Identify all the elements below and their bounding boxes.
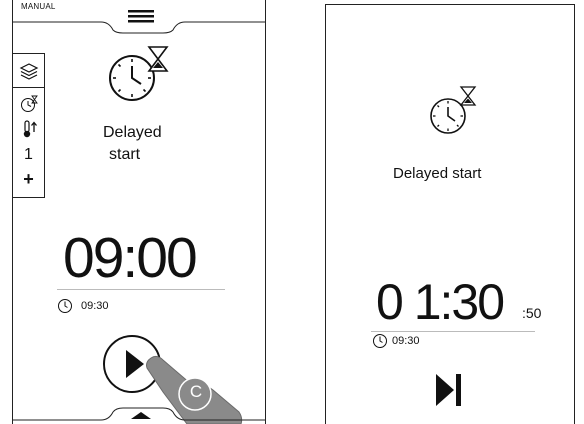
hamburger-menu-icon[interactable] <box>128 10 154 24</box>
skip-forward-icon[interactable] <box>435 373 463 407</box>
time-display[interactable]: 09:00 <box>63 228 198 288</box>
sidebar-item-level[interactable]: 1 <box>13 144 44 166</box>
delayed-start-icon <box>109 46 169 101</box>
sidebar-item-add[interactable]: + <box>13 167 44 191</box>
chevron-up-icon <box>131 412 151 419</box>
sidebar-panel: 1 + <box>13 53 45 198</box>
sidebar-item-temperature[interactable] <box>13 118 44 140</box>
countdown-seconds: :50 <box>522 305 542 321</box>
function-label-line1: Delayed <box>103 124 162 141</box>
clock-icon <box>373 334 387 348</box>
left-screen: MANUAL 1 + Delayed start 09:00 09:30 C <box>12 0 266 424</box>
layers-icon <box>19 62 38 80</box>
delayed-start-icon-right <box>430 86 477 134</box>
function-label: Delayed start <box>393 165 482 182</box>
right-screen: Delayed start 0 1:30 :50 09:30 <box>325 4 575 424</box>
countdown-divider <box>371 331 535 332</box>
bottom-handle[interactable] <box>13 400 266 424</box>
function-label-line2: start <box>109 146 141 163</box>
thermometer-up-icon <box>23 120 37 138</box>
end-time-label: 09:30 <box>392 335 420 347</box>
countdown-display: 0 1:30 <box>376 274 505 330</box>
clock-icon <box>58 299 72 313</box>
sidebar-item-layers[interactable] <box>13 54 44 88</box>
time-divider <box>57 289 225 290</box>
delayed-start-small-icon <box>20 95 38 112</box>
hand-badge-letter: C <box>189 382 203 401</box>
end-time-label: 09:30 <box>81 300 109 312</box>
sidebar-item-delayed-start[interactable] <box>13 94 44 114</box>
